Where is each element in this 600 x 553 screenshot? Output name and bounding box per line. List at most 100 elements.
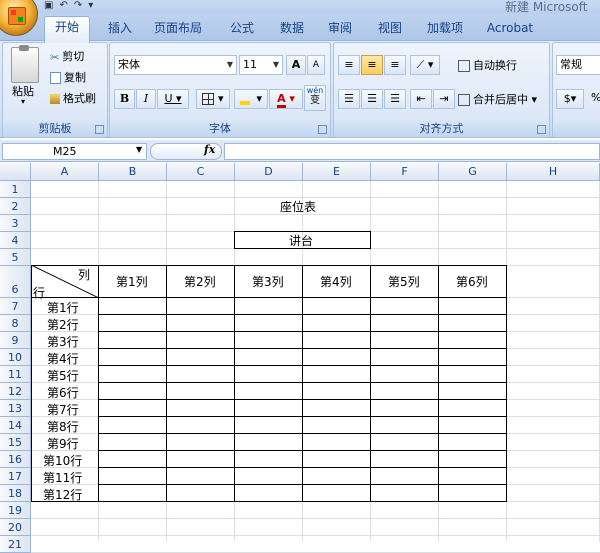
row-header-9[interactable]: 9 [0, 332, 31, 349]
row-header-1[interactable]: 1 [0, 181, 31, 198]
shrink-font-button[interactable]: A [307, 55, 325, 75]
row-header-20[interactable]: 20 [0, 519, 31, 536]
row-header-2[interactable]: 2 [0, 198, 31, 215]
orientation-button[interactable]: ⟋ ▾ [410, 55, 440, 75]
seat-cell[interactable] [167, 400, 235, 417]
number-format-select[interactable]: 常规 [556, 55, 600, 75]
row-header-3[interactable]: 3 [0, 215, 31, 232]
clipboard-icon[interactable] [11, 45, 39, 83]
formula-input[interactable] [224, 143, 600, 160]
tab-5[interactable]: 审阅 [320, 18, 360, 40]
seat-cell[interactable] [99, 400, 167, 417]
phonetic-button[interactable]: wén 变 [304, 85, 326, 111]
seat-cell[interactable] [371, 298, 439, 315]
seat-cell[interactable] [439, 434, 507, 451]
column-header-g[interactable]: G [439, 163, 507, 181]
currency-button[interactable]: $▾ [556, 89, 584, 109]
tab-4[interactable]: 数据 [272, 18, 312, 40]
tab-0[interactable]: 开始 [44, 16, 90, 43]
customize-qat-icon[interactable]: ▾ [88, 1, 93, 11]
seat-cell[interactable] [99, 468, 167, 485]
font-name-select[interactable]: 宋体 ▼ [114, 55, 237, 75]
row-header-4[interactable]: 4 [0, 232, 31, 249]
seat-cell[interactable] [235, 298, 303, 315]
alignment-dialog-launcher-icon[interactable] [537, 125, 546, 134]
seat-cell[interactable] [167, 383, 235, 400]
seat-cell[interactable] [439, 315, 507, 332]
row-header-11[interactable]: 11 [0, 366, 31, 383]
seat-cell[interactable] [235, 434, 303, 451]
seat-cell[interactable] [439, 383, 507, 400]
align-middle-button[interactable]: ≡ [361, 55, 383, 75]
select-all-corner[interactable] [0, 163, 31, 181]
seat-cell[interactable] [235, 468, 303, 485]
row-header-15[interactable]: 15 [0, 434, 31, 451]
font-color-button[interactable]: A ▾ [269, 89, 303, 109]
row-header-12[interactable]: 12 [0, 383, 31, 400]
row-header-5[interactable]: 5 [0, 249, 31, 266]
seat-cell[interactable] [235, 417, 303, 434]
seat-cell[interactable] [439, 451, 507, 468]
seat-cell[interactable] [99, 434, 167, 451]
bold-button[interactable]: B [114, 89, 135, 109]
format-painter-button[interactable]: 格式刷 [50, 90, 96, 106]
column-header-a[interactable]: A [31, 163, 99, 181]
seat-cell[interactable] [167, 366, 235, 383]
seat-cell[interactable] [371, 417, 439, 434]
seat-cell[interactable] [371, 468, 439, 485]
seat-cell[interactable] [439, 298, 507, 315]
seat-cell[interactable] [167, 332, 235, 349]
seat-cell[interactable] [439, 400, 507, 417]
decrease-indent-button[interactable]: ⇤ [410, 89, 432, 109]
row-header-16[interactable]: 16 [0, 451, 31, 468]
percent-button[interactable]: % [591, 91, 600, 104]
seat-cell[interactable] [371, 366, 439, 383]
copy-button[interactable]: 复制 [50, 69, 86, 85]
seat-cell[interactable] [235, 366, 303, 383]
column-header-h[interactable]: H [507, 163, 600, 181]
font-size-select[interactable]: 11 ▼ [239, 55, 283, 75]
paste-dropdown-icon[interactable]: ▾ [21, 97, 25, 106]
seat-cell[interactable] [371, 332, 439, 349]
row-header-10[interactable]: 10 [0, 349, 31, 366]
column-header-e[interactable]: E [303, 163, 371, 181]
seat-cell[interactable] [303, 434, 371, 451]
row-header-6[interactable]: 6 [0, 266, 31, 298]
seat-cell[interactable] [371, 485, 439, 502]
align-bottom-button[interactable]: ≡ [384, 55, 406, 75]
seat-cell[interactable] [439, 349, 507, 366]
seat-cell[interactable] [235, 451, 303, 468]
tab-7[interactable]: 加载项 [420, 18, 470, 40]
seat-cell[interactable] [439, 485, 507, 502]
seat-cell[interactable] [371, 383, 439, 400]
seat-cell[interactable] [303, 298, 371, 315]
seat-cell[interactable] [167, 315, 235, 332]
name-box[interactable]: M25 [2, 143, 147, 160]
seat-cell[interactable] [99, 383, 167, 400]
column-header-f[interactable]: F [371, 163, 439, 181]
save-icon[interactable]: ▣ [44, 1, 53, 11]
column-header-d[interactable]: D [235, 163, 303, 181]
name-box-dropdown-icon[interactable]: ▼ [136, 145, 142, 154]
tab-3[interactable]: 公式 [220, 18, 264, 40]
seat-cell[interactable] [167, 349, 235, 366]
seat-cell[interactable] [235, 485, 303, 502]
italic-button[interactable]: I [136, 89, 156, 109]
wrap-text-button[interactable]: 自动换行 [458, 57, 517, 73]
align-top-button[interactable]: ≡ [338, 55, 360, 75]
seat-cell[interactable] [167, 468, 235, 485]
seat-cell[interactable] [303, 315, 371, 332]
seat-cell[interactable] [371, 451, 439, 468]
row-header-7[interactable]: 7 [0, 298, 31, 315]
increase-indent-button[interactable]: ⇥ [433, 89, 455, 109]
redo-icon[interactable]: ↷ [74, 1, 82, 11]
seat-cell[interactable] [303, 468, 371, 485]
seat-cell[interactable] [235, 383, 303, 400]
font-dialog-launcher-icon[interactable] [318, 125, 327, 134]
cut-button[interactable]: ✂ 剪切 [50, 48, 84, 64]
borders-button[interactable]: ▾ [196, 89, 230, 109]
seat-cell[interactable] [235, 400, 303, 417]
row-header-18[interactable]: 18 [0, 485, 31, 502]
seat-cell[interactable] [235, 349, 303, 366]
align-right-button[interactable]: ☰ [384, 89, 406, 109]
